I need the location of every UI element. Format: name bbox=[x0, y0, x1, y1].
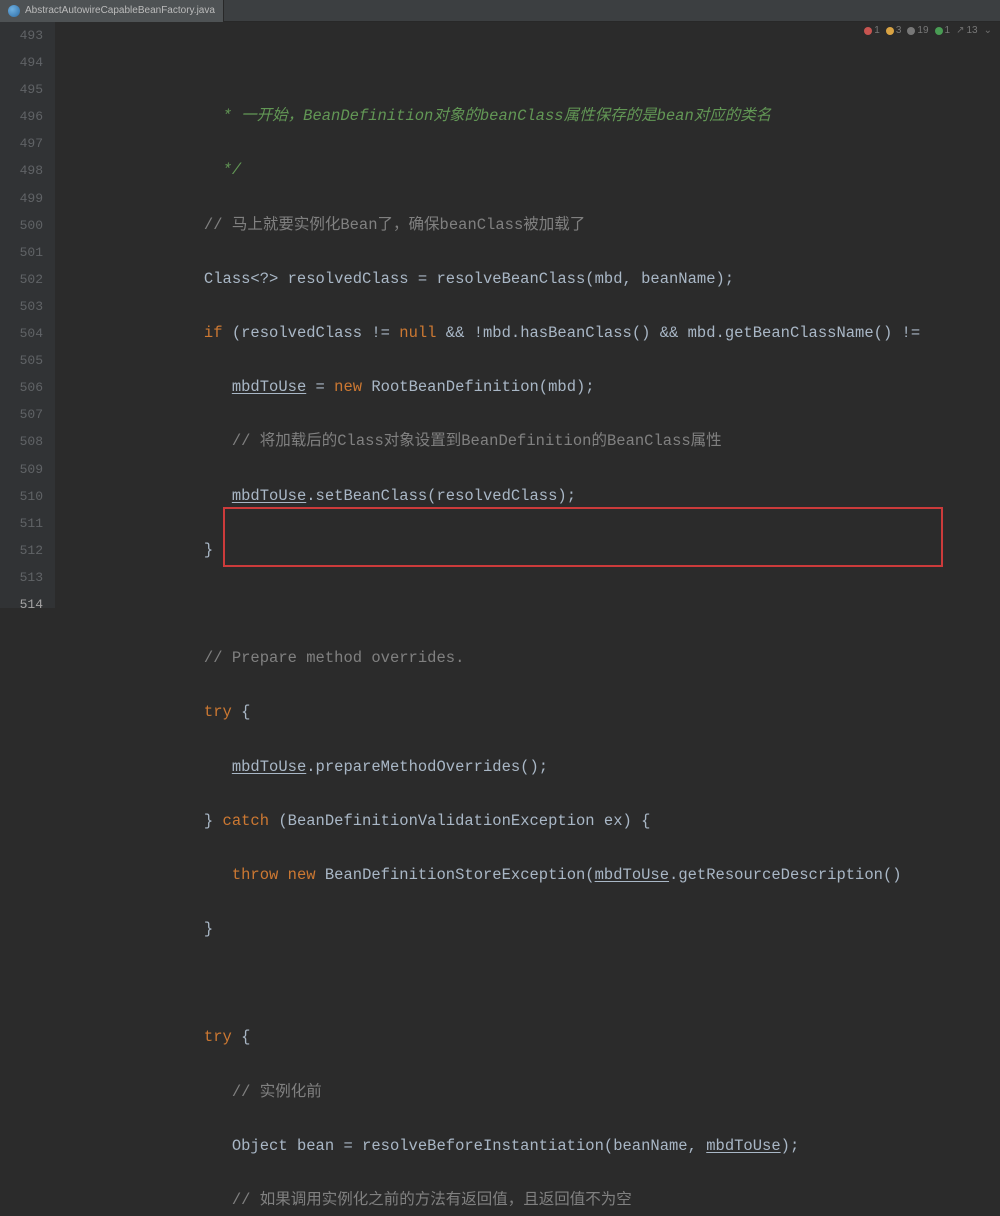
line-number: 510 bbox=[0, 483, 43, 510]
line-number: 508 bbox=[0, 428, 43, 455]
line-number: 499 bbox=[0, 185, 43, 212]
line-number: 496 bbox=[0, 103, 43, 130]
variable: mbdToUse bbox=[232, 487, 306, 505]
weak-warning-icon bbox=[907, 27, 915, 35]
line-number: 506 bbox=[0, 374, 43, 401]
tab-bar: AbstractAutowireCapableBeanFactory.java bbox=[0, 0, 1000, 22]
line-number-gutter: 493 494 495 496 497 498 499 500 501 502 … bbox=[0, 22, 55, 608]
line-number: 514 bbox=[0, 591, 43, 618]
line-number: 501 bbox=[0, 239, 43, 266]
error-icon bbox=[864, 27, 872, 35]
hint-icon: ↗ bbox=[956, 25, 964, 36]
keyword: try bbox=[204, 703, 232, 721]
java-class-icon bbox=[8, 5, 20, 17]
warning-icon bbox=[886, 27, 894, 35]
line-number: 507 bbox=[0, 401, 43, 428]
comment: // 马上就要实例化Bean了，确保beanClass被加载了 bbox=[204, 216, 585, 234]
line-number: 505 bbox=[0, 347, 43, 374]
variable: mbdToUse bbox=[232, 758, 306, 776]
tab-filename: AbstractAutowireCapableBeanFactory.java bbox=[25, 5, 215, 16]
comment: // Prepare method overrides. bbox=[204, 649, 464, 667]
doc-comment: * 一开始，BeanDefinition对象的beanClass属性保存的是be… bbox=[213, 107, 771, 125]
line-number: 493 bbox=[0, 22, 43, 49]
file-tab[interactable]: AbstractAutowireCapableBeanFactory.java bbox=[0, 0, 224, 22]
line-number: 513 bbox=[0, 564, 43, 591]
keyword: throw bbox=[232, 866, 279, 884]
line-number: 497 bbox=[0, 130, 43, 157]
comment: // 实例化前 bbox=[232, 1083, 322, 1101]
line-number: 494 bbox=[0, 49, 43, 76]
line-number: 509 bbox=[0, 456, 43, 483]
comment: // 如果调用实例化之前的方法有返回值，且返回值不为空 bbox=[232, 1191, 632, 1209]
line-number: 512 bbox=[0, 537, 43, 564]
typo-icon bbox=[935, 27, 943, 35]
line-number: 500 bbox=[0, 212, 43, 239]
line-number: 503 bbox=[0, 293, 43, 320]
keyword: try bbox=[204, 1028, 232, 1046]
doc-comment: */ bbox=[213, 161, 241, 179]
code-editor[interactable]: 493 494 495 496 497 498 499 500 501 502 … bbox=[0, 22, 1000, 608]
line-number: 495 bbox=[0, 76, 43, 103]
keyword: if bbox=[204, 324, 223, 342]
line-number: 498 bbox=[0, 157, 43, 184]
code-text: Class<?> resolvedClass = resolveBeanClas… bbox=[204, 270, 734, 288]
brace: } bbox=[204, 541, 213, 559]
chevron-down-icon[interactable]: ⌄ bbox=[984, 25, 992, 36]
variable: mbdToUse bbox=[232, 378, 306, 396]
line-number: 511 bbox=[0, 510, 43, 537]
code-text: Object bean = resolveBeforeInstantiation… bbox=[232, 1137, 706, 1155]
brace: } bbox=[204, 920, 213, 938]
line-number: 502 bbox=[0, 266, 43, 293]
code-area[interactable]: * 一开始，BeanDefinition对象的beanClass属性保存的是be… bbox=[55, 22, 920, 608]
keyword: catch bbox=[223, 812, 270, 830]
inspection-summary[interactable]: 1 3 19 1 ↗13 ⌄ bbox=[864, 25, 992, 36]
line-number: 504 bbox=[0, 320, 43, 347]
comment: // 将加载后的Class对象设置到BeanDefinition的BeanCla… bbox=[232, 432, 722, 450]
